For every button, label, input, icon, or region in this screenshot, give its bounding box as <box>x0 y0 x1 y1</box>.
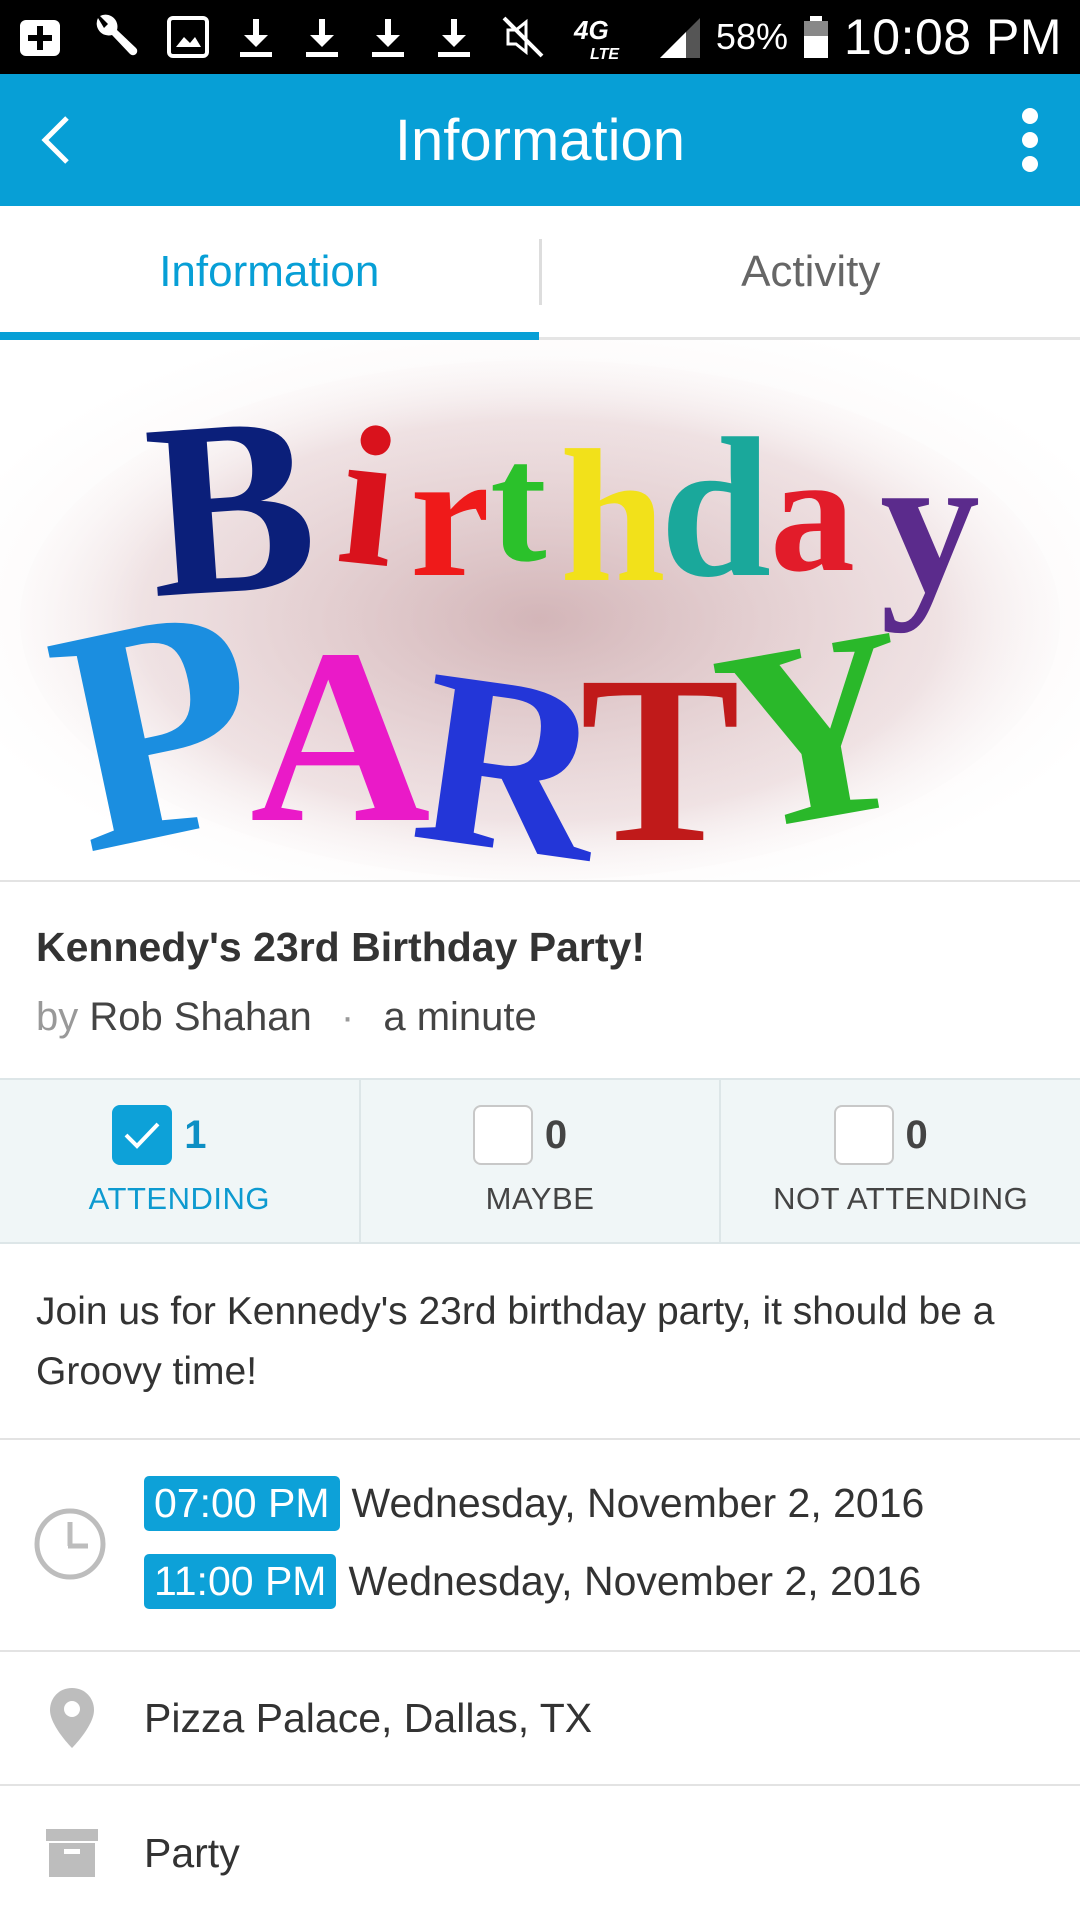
not-attending-checkbox[interactable] <box>833 1105 894 1165</box>
event-category-row: Party <box>0 1786 1080 1920</box>
clock-icon <box>34 1508 106 1580</box>
svg-text:y: y <box>880 413 980 634</box>
notification-icons: 4G LTE <box>18 12 702 62</box>
event-header: Kennedy's 23rd Birthday Party! by Rob Sh… <box>0 884 1080 1078</box>
back-arrow-icon <box>41 116 69 164</box>
tab-activity[interactable]: Activity <box>542 206 1080 337</box>
download-icon <box>372 19 404 57</box>
event-time-ago: a minute <box>383 995 537 1039</box>
location-pin-icon <box>50 1688 94 1748</box>
maybe-checkbox[interactable] <box>472 1105 533 1165</box>
more-options-button[interactable] <box>980 74 1080 206</box>
event-cover-image: B i r t h d a y P A R T Y <box>0 340 1080 882</box>
svg-text:t: t <box>490 409 547 597</box>
event-meta: by Rob Shahan · a minute <box>36 995 1044 1040</box>
check-icon <box>124 1122 160 1149</box>
event-category: Party <box>144 1829 240 1876</box>
svg-text:r: r <box>410 415 490 614</box>
svg-text:h: h <box>560 412 666 622</box>
event-location-row[interactable]: Pizza Palace, Dallas, TX <box>0 1652 1080 1786</box>
image-icon <box>167 16 209 58</box>
back-button[interactable] <box>0 74 110 206</box>
rsvp-not-attending[interactable]: 0 NOT ATTENDING <box>721 1080 1080 1242</box>
attending-checkbox[interactable] <box>112 1105 173 1165</box>
battery-percent: 58% <box>715 16 788 57</box>
lte-icon: 4G LTE <box>573 15 620 61</box>
tab-information[interactable]: Information <box>0 206 539 340</box>
clock-time: 10:08 PM <box>843 9 1062 65</box>
signal-icon <box>660 18 700 58</box>
maybe-label: MAYBE <box>485 1181 595 1216</box>
event-description: Join us for Kennedy's 23rd birthday part… <box>0 1244 1080 1440</box>
wrench-icon <box>96 14 138 56</box>
archive-box-icon <box>46 1829 98 1877</box>
page-title: Information <box>394 107 686 173</box>
svg-text:d: d <box>660 398 771 619</box>
add-box-icon <box>20 20 60 56</box>
birthday-party-artwork: B i r t h d a y P A R T Y <box>20 360 1060 880</box>
download-icon <box>240 19 272 57</box>
attending-count: 1 <box>184 1112 207 1157</box>
app-bar: Information <box>0 74 1080 206</box>
tab-bar: Information Activity <box>0 206 1080 340</box>
rsvp-bar: 1 ATTENDING 0 MAYBE 0 NOT ATTENDING <box>0 1078 1080 1244</box>
maybe-count: 0 <box>544 1112 568 1157</box>
download-icon <box>306 19 338 57</box>
start-time-row: 07:00 PM Wednesday, November 2, 2016 <box>144 1476 924 1531</box>
event-author[interactable]: Rob Shahan <box>89 995 311 1039</box>
rsvp-maybe[interactable]: 0 MAYBE <box>361 1080 722 1242</box>
svg-text:4G: 4G <box>573 15 609 45</box>
end-date: Wednesday, November 2, 2016 <box>348 1558 922 1604</box>
rsvp-attending[interactable]: 1 ATTENDING <box>0 1080 361 1242</box>
mute-icon <box>502 16 544 58</box>
end-time-row: 11:00 PM Wednesday, November 2, 2016 <box>144 1554 921 1609</box>
start-date: Wednesday, November 2, 2016 <box>351 1480 925 1526</box>
not-attending-count: 0 <box>905 1112 928 1157</box>
more-vert-icon <box>1022 108 1038 172</box>
meta-separator: · <box>340 995 355 1039</box>
event-title: Kennedy's 23rd Birthday Party! <box>36 924 645 970</box>
download-icon <box>438 19 470 57</box>
event-location: Pizza Palace, Dallas, TX <box>144 1694 593 1741</box>
attending-label: ATTENDING <box>88 1181 270 1216</box>
svg-text:LTE: LTE <box>590 46 620 61</box>
svg-text:A: A <box>250 598 431 875</box>
status-bar: 4G LTE 58% 10:08 PM <box>0 0 1080 74</box>
by-label: by <box>36 995 79 1039</box>
end-time-badge: 11:00 PM <box>144 1554 337 1609</box>
start-time-badge: 07:00 PM <box>144 1476 340 1531</box>
not-attending-label: NOT ATTENDING <box>773 1181 1029 1216</box>
battery-icon <box>803 16 828 58</box>
event-schedule: 07:00 PM Wednesday, November 2, 2016 11:… <box>0 1440 1080 1652</box>
